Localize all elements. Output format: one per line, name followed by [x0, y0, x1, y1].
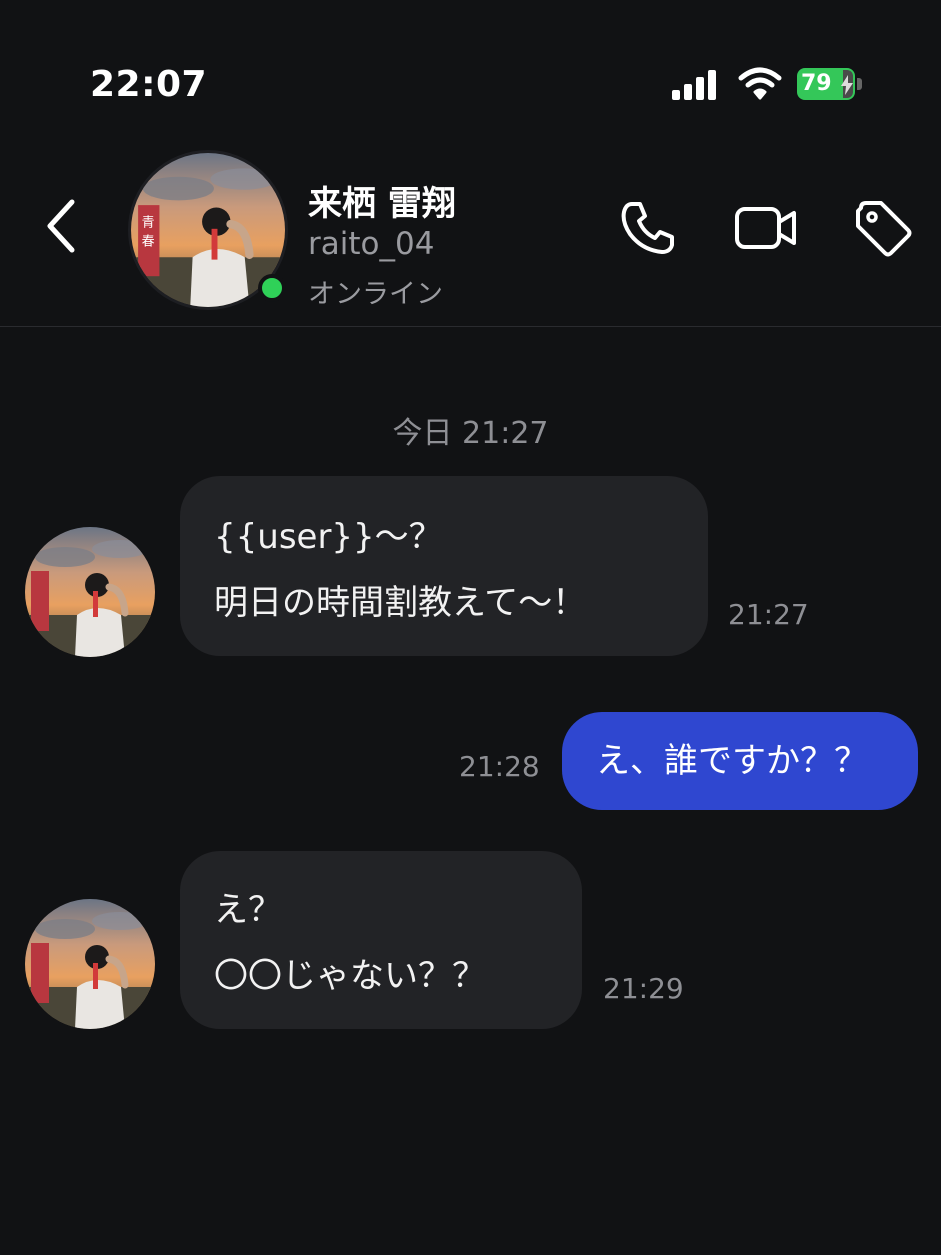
message-bubble-incoming[interactable]: え？ 〇〇じゃない？？	[180, 851, 582, 1029]
battery-icon: 79	[797, 68, 865, 102]
sender-avatar[interactable]	[25, 899, 155, 1029]
wifi-icon	[738, 66, 782, 100]
status-time: 22:07	[90, 64, 208, 105]
message-bubble-incoming[interactable]: {{user}}〜？ 明日の時間割教えて〜！	[180, 476, 708, 656]
back-icon	[47, 199, 75, 253]
message-bubble-outgoing[interactable]: え、誰ですか？？	[562, 712, 918, 810]
tag-button[interactable]	[853, 198, 913, 258]
phone-icon	[621, 202, 674, 254]
chat-header: 青 春 来栖 雷翔 raito_04 オンライン	[0, 140, 941, 327]
message-text: 明日の時間割教えて〜！	[214, 583, 587, 623]
contact-status: オンライン	[308, 279, 443, 310]
call-button[interactable]	[618, 198, 678, 258]
online-indicator	[258, 274, 286, 302]
message-text: え？	[214, 890, 282, 930]
video-call-button[interactable]	[734, 198, 796, 258]
message-time: 21:29	[603, 972, 684, 1005]
sender-avatar[interactable]	[25, 527, 155, 657]
message-text: 〇〇じゃない？？	[214, 956, 486, 996]
message-time: 21:28	[459, 750, 540, 783]
message-text: {{user}}〜？	[214, 517, 443, 557]
contact-username: raito_04	[308, 226, 435, 262]
signal-icon	[672, 70, 718, 100]
svg-text:春: 春	[142, 234, 155, 249]
charging-bolt-icon	[841, 75, 853, 95]
svg-text:青: 青	[142, 215, 155, 230]
status-bar: 22:07 79	[0, 0, 941, 150]
back-button[interactable]	[38, 196, 88, 256]
video-icon	[735, 207, 796, 249]
date-separator: 今日 21:27	[392, 416, 549, 451]
message-text: え、誰ですか？？	[596, 741, 868, 781]
contact-name[interactable]: 来栖 雷翔	[308, 176, 456, 225]
message-time: 21:27	[728, 598, 809, 631]
tag-icon	[856, 201, 912, 257]
